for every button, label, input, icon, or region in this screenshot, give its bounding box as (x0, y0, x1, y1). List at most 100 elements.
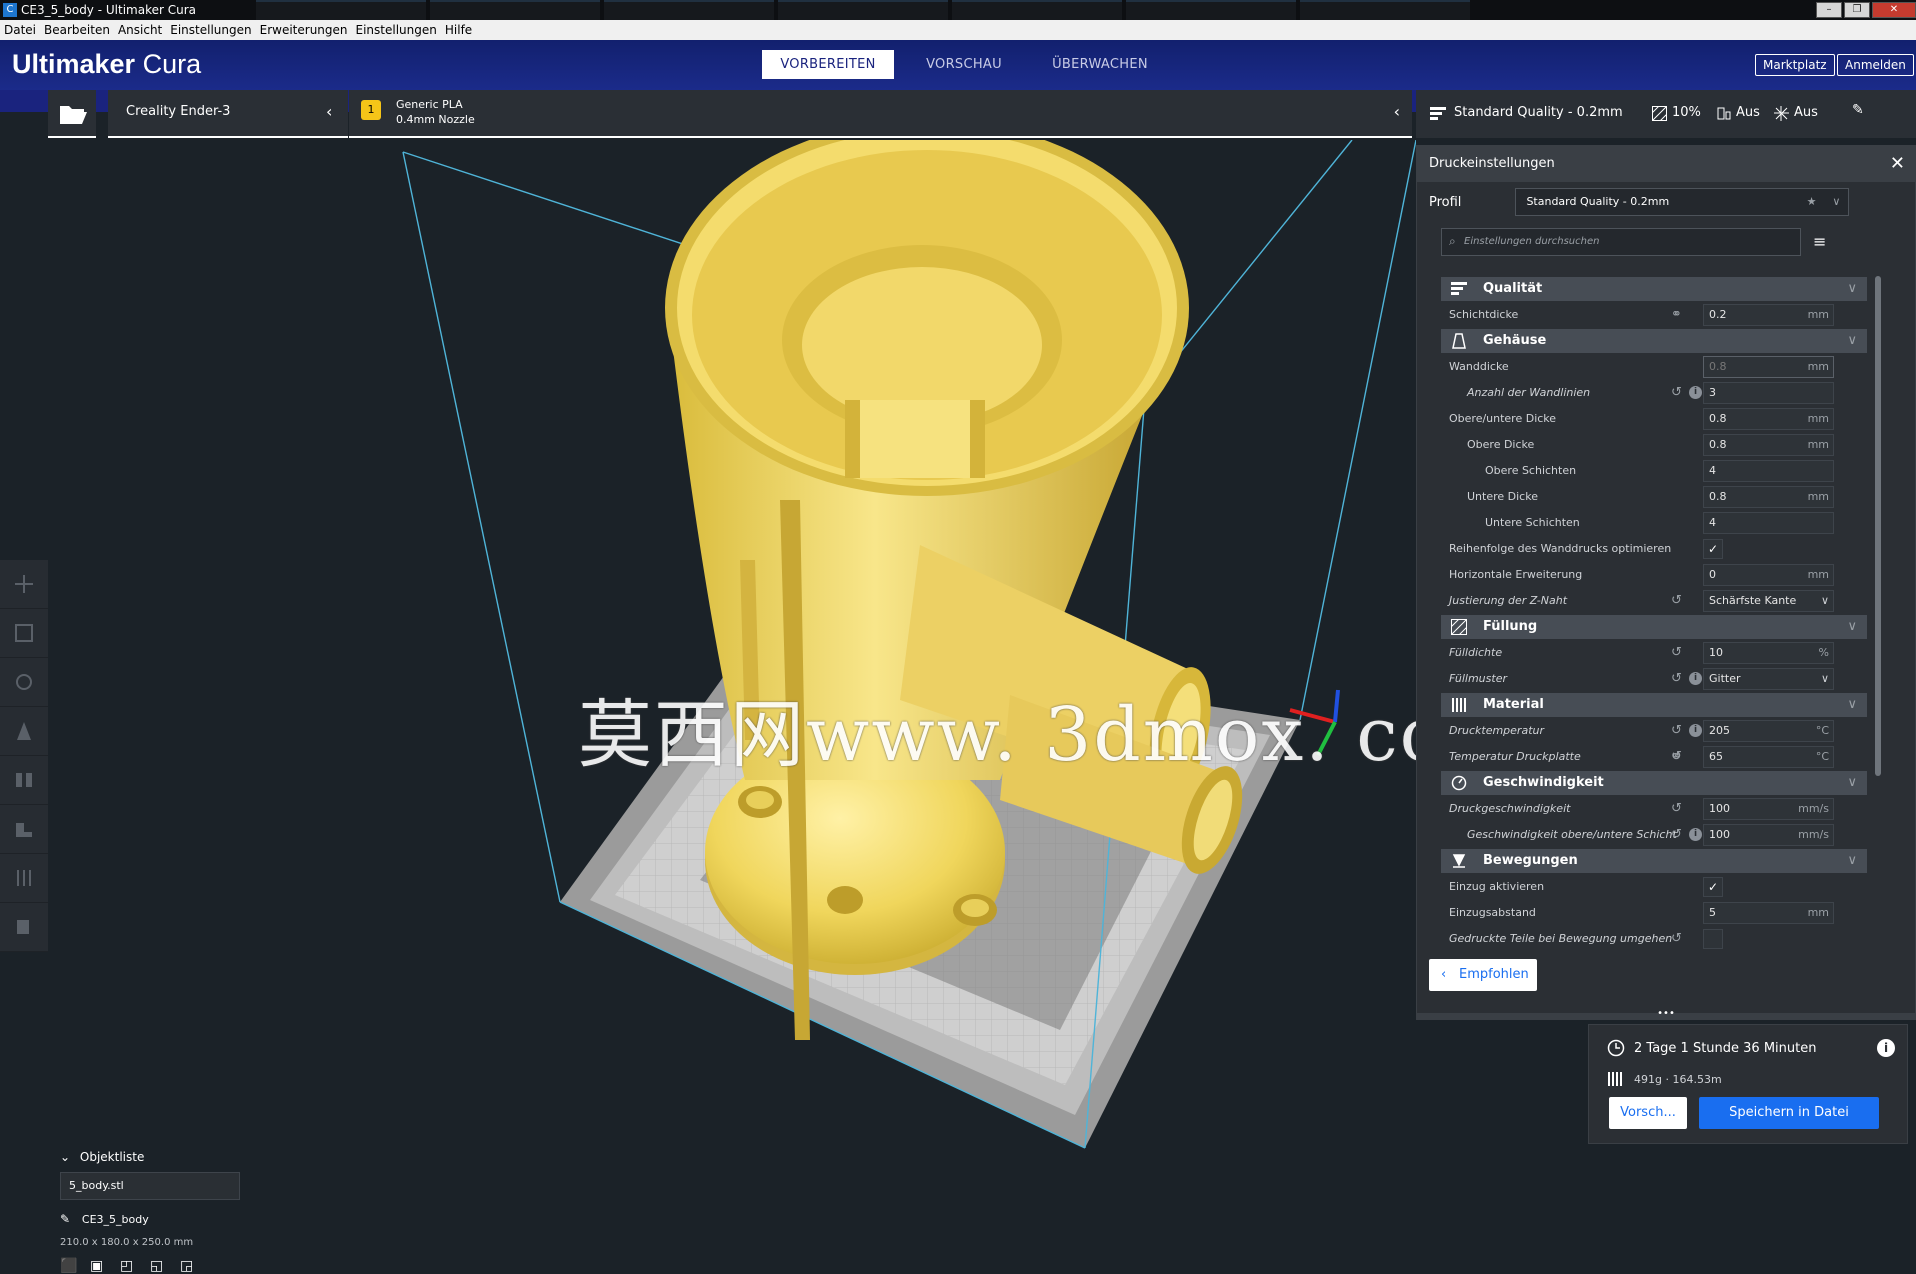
category-header[interactable]: Qualität ∨ (1441, 277, 1867, 301)
setting-label: Geschwindigkeit obere/untere Schicht (1467, 828, 1677, 841)
setting-input[interactable]: 5 mm (1703, 902, 1834, 924)
setting-input[interactable]: 205 °C (1703, 720, 1834, 742)
reset-icon[interactable]: ↺ (1671, 796, 1682, 822)
close-panel-icon[interactable]: ✕ (1890, 146, 1905, 182)
settings-search-input[interactable]: Einstellungen durchsuchen (1441, 228, 1801, 256)
3d-viewport[interactable]: 莫西网www. 3dmox. com ⌄ Objektliste 5_body.… (0, 120, 1516, 1274)
menu-item[interactable]: Bearbeiten (40, 23, 114, 37)
menu-item[interactable]: Erweiterungen (256, 23, 352, 37)
rotate-tool-button[interactable] (0, 658, 48, 707)
print-settings-panel: Druckeinstellungen ✕ Profil Standard Qua… (1416, 145, 1916, 1020)
setting-dropdown[interactable]: Schärfste Kante ∨ (1703, 590, 1834, 612)
rotate-icon (16, 674, 32, 690)
setting-input[interactable]: 0 mm (1703, 564, 1834, 586)
tree-support-button[interactable] (0, 854, 48, 903)
info-icon[interactable]: i (1877, 1039, 1895, 1057)
settings-list[interactable]: Qualität ∨ Schichtdicke ⚭ 0.2 mm Gehäuse ∨ Wandd… (1441, 276, 1867, 966)
setting-input[interactable]: 100 mm/s (1703, 824, 1834, 846)
infill-icon (1652, 106, 1667, 121)
setting-label: Wanddicke (1449, 360, 1509, 373)
scale-tool-button[interactable] (0, 609, 48, 658)
setting-checkbox[interactable]: ✓ (1703, 539, 1723, 559)
settings-menu-icon[interactable]: ≡ (1813, 232, 1826, 251)
chevron-down-icon: ∨ (1847, 619, 1857, 634)
clock-icon (1607, 1039, 1625, 1057)
settings-scrollbar[interactable] (1875, 276, 1881, 776)
tab-prepare[interactable]: VORBEREITEN (762, 50, 894, 79)
setting-input[interactable]: 4 (1703, 512, 1834, 534)
setting-input[interactable]: 4 (1703, 460, 1834, 482)
setting-row: Gedruckte Teile bei Bewegung umgehen ↺ (1441, 926, 1867, 952)
adhesion-summary: Aus (1794, 105, 1818, 120)
object-name-row[interactable]: ✎ CE3_5_body (60, 1212, 149, 1226)
setting-input[interactable]: 0.8 mm (1703, 486, 1834, 508)
tab-monitor[interactable]: ÜBERWACHEN (1034, 50, 1166, 79)
setting-input[interactable]: 0.8 mm (1703, 408, 1834, 430)
close-window-button[interactable]: ✕ (1872, 2, 1916, 18)
menu-item[interactable]: Ansicht (114, 23, 166, 37)
mirror-tool-button[interactable] (0, 707, 48, 756)
reset-icon[interactable]: ↺ (1671, 822, 1682, 848)
reset-icon[interactable]: ↺ (1671, 588, 1682, 614)
reset-icon[interactable]: ↺ (1671, 640, 1682, 666)
star-icon[interactable]: ★ (1807, 189, 1817, 215)
object-list-item[interactable]: 5_body.stl (60, 1172, 240, 1200)
support-blocker-button[interactable] (0, 805, 48, 854)
setting-row: Füllmuster ↺ i Gitter ∨ (1441, 666, 1867, 692)
maximize-button[interactable]: ❐ (1844, 2, 1870, 18)
move-tool-button[interactable] (0, 560, 48, 609)
setting-input[interactable]: 0.8 mm (1703, 434, 1834, 456)
per-model-settings-button[interactable] (0, 756, 48, 805)
save-to-file-button[interactable]: Speichern in Datei (1699, 1097, 1879, 1129)
reset-icon[interactable]: ↺ (1671, 926, 1682, 952)
setting-label: Temperatur Druckplatte (1449, 750, 1581, 763)
menu-item[interactable]: Einstellungen (352, 23, 441, 37)
category-header[interactable]: Material ∨ (1441, 693, 1867, 717)
recommended-button[interactable]: ‹ Empfohlen (1429, 959, 1537, 991)
category-header[interactable]: Gehäuse ∨ (1441, 329, 1867, 353)
view-top-icon[interactable]: ◰ (120, 1258, 150, 1274)
setting-checkbox[interactable] (1703, 929, 1723, 949)
print-settings-summary[interactable]: Standard Quality - 0.2mm 10% Aus Aus ✎ (1416, 90, 1916, 138)
material-selector[interactable]: 1 Generic PLA 0.4mm Nozzle ‹ (349, 90, 1412, 138)
signin-button[interactable]: Anmelden (1837, 54, 1914, 76)
reset-icon[interactable]: ↺ (1671, 380, 1682, 406)
object-list-toggle[interactable]: ⌄ Objektliste (60, 1150, 144, 1164)
view-left-icon[interactable]: ◱ (150, 1258, 180, 1274)
open-file-button[interactable] (48, 90, 96, 138)
machine-selector[interactable]: Creality Ender-3 ‹ (108, 90, 348, 138)
setting-input[interactable]: 0.2 mm (1703, 304, 1834, 326)
setting-label: Gedruckte Teile bei Bewegung umgehen (1449, 932, 1673, 945)
category-header[interactable]: Geschwindigkeit ∨ (1441, 771, 1867, 795)
reset-icon[interactable]: ↺ (1671, 718, 1682, 744)
marketplace-button[interactable]: Marktplatz (1755, 54, 1835, 76)
category-header[interactable]: Bewegungen ∨ (1441, 849, 1867, 873)
menu-item[interactable]: Einstellungen (166, 23, 255, 37)
view-3d-icon[interactable]: ⬛ (60, 1258, 90, 1274)
profile-dropdown[interactable]: Standard Quality - 0.2mm ★ ∨ (1515, 188, 1850, 216)
setting-input[interactable]: 3 (1703, 382, 1834, 404)
custom-support-button[interactable] (0, 903, 48, 952)
menu-item[interactable]: Hilfe (441, 23, 476, 37)
chevron-down-icon: ⌄ (60, 1150, 71, 1164)
setting-row: Obere Dicke 0.8 mm (1441, 432, 1867, 458)
view-front-icon[interactable]: ▣ (90, 1258, 120, 1274)
print-estimate-panel: 2 Tage 1 Stunde 36 Minuten i 491g · 164.… (1588, 1024, 1908, 1144)
setting-label: Fülldichte (1449, 646, 1503, 659)
setting-input[interactable]: 0.8 mm (1703, 356, 1834, 378)
setting-checkbox[interactable]: ✓ (1703, 877, 1723, 897)
setting-input[interactable]: 65 °C (1703, 746, 1834, 768)
minimize-button[interactable]: – (1816, 2, 1842, 18)
spool-icon (1608, 1072, 1622, 1086)
view-right-icon[interactable]: ◲ (180, 1258, 210, 1274)
setting-row: Drucktemperatur ↺ i 205 °C (1441, 718, 1867, 744)
setting-input[interactable]: 10% (1703, 642, 1834, 664)
setting-input[interactable]: 100 mm/s (1703, 798, 1834, 820)
panel-resize-handle[interactable]: ••• (1417, 1009, 1915, 1019)
tab-preview[interactable]: VORSCHAU (898, 50, 1030, 79)
setting-dropdown[interactable]: Gitter ∨ (1703, 668, 1834, 690)
menu-item[interactable]: Datei (0, 23, 40, 37)
category-header[interactable]: Füllung ∨ (1441, 615, 1867, 639)
reset-icon[interactable]: ↺ (1671, 666, 1682, 692)
preview-button[interactable]: Vorsch... (1609, 1097, 1687, 1129)
